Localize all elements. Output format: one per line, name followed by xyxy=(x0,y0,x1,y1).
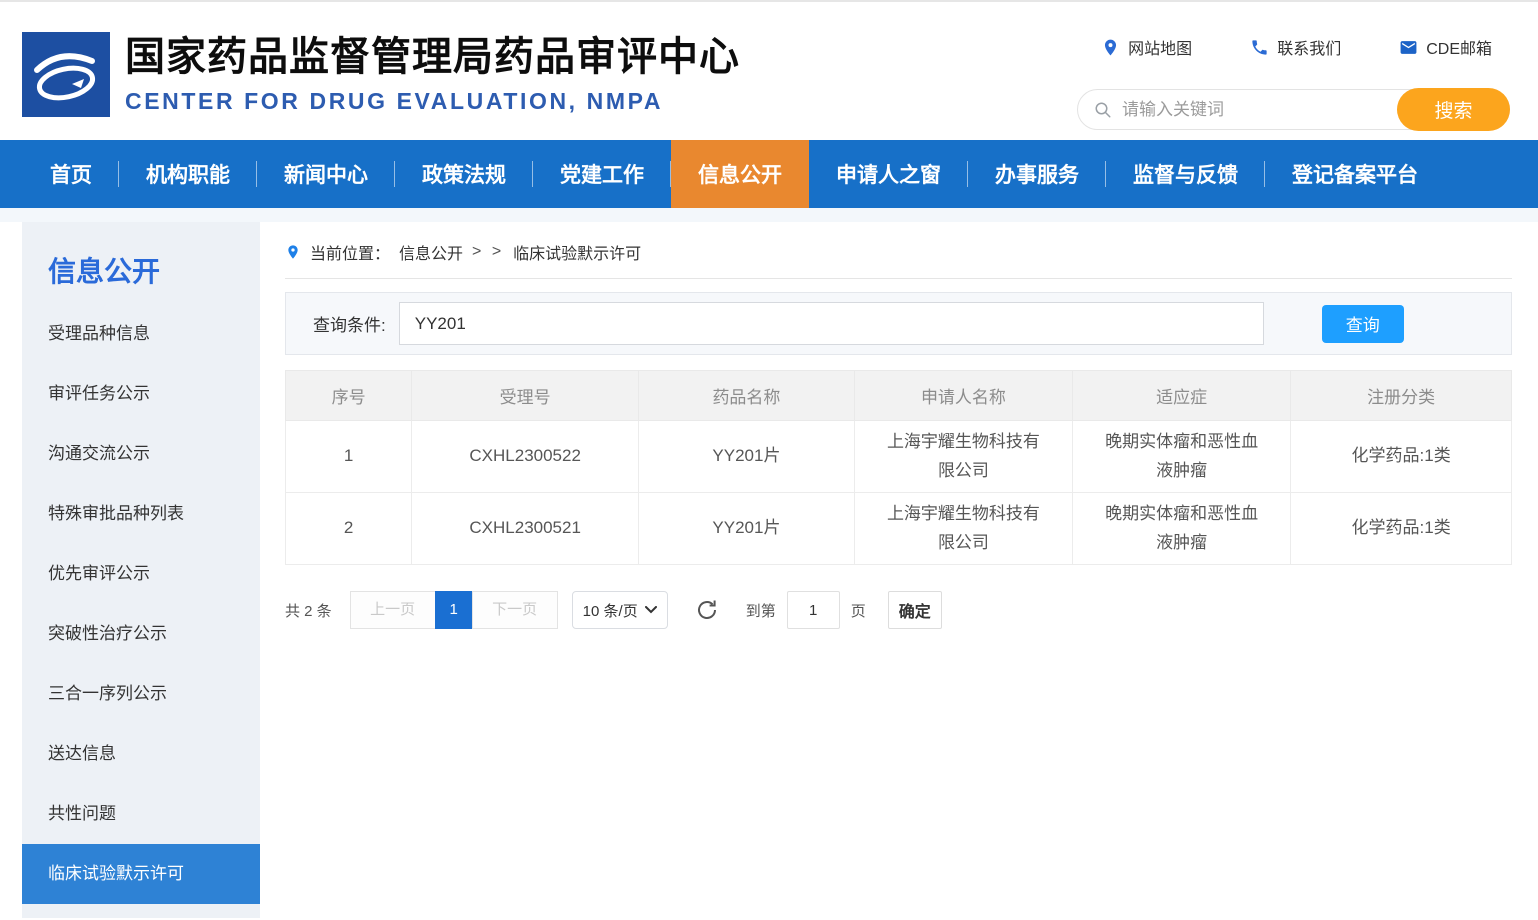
col-header-acceptance-no: 受理号 xyxy=(412,371,639,421)
breadcrumb-label: 当前位置： xyxy=(310,240,390,264)
breadcrumb-current: 临床试验默示许可 xyxy=(513,240,641,264)
cell-index: 1 xyxy=(286,421,412,493)
confirm-button[interactable]: 确定 xyxy=(888,591,942,629)
sidebar-item-common-issues[interactable]: 共性问题 xyxy=(22,784,260,844)
nav-supervision-feedback[interactable]: 监督与反馈 xyxy=(1106,140,1265,208)
query-bar: 查询条件: 查询 xyxy=(285,292,1512,355)
total-count: 共 2 条 xyxy=(285,600,332,621)
breadcrumb-separator: > > xyxy=(472,243,504,261)
sidebar-item-clinical-trial-implied-license[interactable]: 临床试验默示许可 xyxy=(22,844,260,904)
nav-news[interactable]: 新闻中心 xyxy=(257,140,395,208)
sidebar-title: 信息公开 xyxy=(22,222,260,304)
nav-info-disclosure[interactable]: 信息公开 xyxy=(671,140,809,208)
site-search: 搜索 xyxy=(1077,89,1510,130)
envelope-icon xyxy=(1399,38,1418,57)
site-header: 国家药品监督管理局药品审评中心 CENTER FOR DRUG EVALUATI… xyxy=(0,0,1538,140)
sidebar-item-priority-review[interactable]: 优先审评公示 xyxy=(22,544,260,604)
cell-applicant: 上海宇耀生物科技有限公司 xyxy=(854,421,1072,493)
location-pin-icon xyxy=(1101,38,1120,57)
cell-indication: 晚期实体瘤和恶性血液肿瘤 xyxy=(1073,493,1291,565)
sidebar-item-special-approval[interactable]: 特殊审批品种列表 xyxy=(22,484,260,544)
breadcrumb: 当前位置： 信息公开 > > 临床试验默示许可 xyxy=(285,222,1512,279)
cde-logo xyxy=(22,32,110,117)
page-size-value: 10 条/页 xyxy=(583,600,638,621)
prev-page-button[interactable]: 上一页 xyxy=(350,591,436,629)
sidebar-item-three-in-one[interactable]: 三合一序列公示 xyxy=(22,664,260,724)
cde-mail-label: CDE邮箱 xyxy=(1426,35,1492,59)
refresh-icon[interactable] xyxy=(695,598,719,622)
fish-swirl-icon xyxy=(22,32,110,117)
page-number-button[interactable]: 1 xyxy=(435,591,473,629)
query-label: 查询条件: xyxy=(313,311,386,336)
main-nav: 首页 机构职能 新闻中心 政策法规 党建工作 信息公开 申请人之窗 办事服务 监… xyxy=(0,140,1538,208)
nav-applicant-window[interactable]: 申请人之窗 xyxy=(809,140,968,208)
breadcrumb-section[interactable]: 信息公开 xyxy=(399,240,463,264)
search-icon xyxy=(1094,101,1112,119)
nav-policies[interactable]: 政策法规 xyxy=(395,140,533,208)
sidebar-item-communication[interactable]: 沟通交流公示 xyxy=(22,424,260,484)
col-header-drug-name: 药品名称 xyxy=(639,371,855,421)
sitemap-link[interactable]: 网站地图 xyxy=(1101,35,1192,59)
quick-links: 网站地图 联系我们 CDE邮箱 xyxy=(1101,35,1492,59)
cell-indication: 晚期实体瘤和恶性血液肿瘤 xyxy=(1073,421,1291,493)
cell-index: 2 xyxy=(286,493,412,565)
query-button[interactable]: 查询 xyxy=(1322,305,1404,343)
next-page-button[interactable]: 下一页 xyxy=(472,591,558,629)
cde-mail-link[interactable]: CDE邮箱 xyxy=(1399,35,1492,59)
goto-label: 到第 xyxy=(746,600,776,621)
cell-drug-name: YY201片 xyxy=(639,493,855,565)
cell-acceptance-no: CXHL2300522 xyxy=(412,421,639,493)
site-title-english: CENTER FOR DRUG EVALUATION, NMPA xyxy=(125,88,740,115)
sidebar-item-delivery-info[interactable]: 送达信息 xyxy=(22,724,260,784)
col-header-registration-class: 注册分类 xyxy=(1291,371,1512,421)
pagination: 共 2 条 上一页 1 下一页 10 条/页 到第 页 确定 xyxy=(285,591,1512,629)
table-row: 2 CXHL2300521 YY201片 上海宇耀生物科技有限公司 晚期实体瘤和… xyxy=(286,493,1512,565)
nav-party-building[interactable]: 党建工作 xyxy=(533,140,671,208)
cell-registration-class: 化学药品:1类 xyxy=(1291,421,1512,493)
search-input[interactable] xyxy=(1112,100,1397,120)
goto-suffix: 页 xyxy=(851,600,866,621)
sidebar: 信息公开 受理品种信息 审评任务公示 沟通交流公示 特殊审批品种列表 优先审评公… xyxy=(22,222,260,918)
nav-home[interactable]: 首页 xyxy=(23,140,119,208)
page-buttons: 上一页 1 下一页 xyxy=(350,591,558,629)
chevron-down-icon xyxy=(645,606,657,614)
cell-registration-class: 化学药品:1类 xyxy=(1291,493,1512,565)
sitemap-label: 网站地图 xyxy=(1128,35,1192,59)
cell-acceptance-no: CXHL2300521 xyxy=(412,493,639,565)
col-header-indication: 适应症 xyxy=(1073,371,1291,421)
phone-icon xyxy=(1250,38,1269,57)
table-header-row: 序号 受理号 药品名称 申请人名称 适应症 注册分类 xyxy=(286,371,1512,421)
results-table: 序号 受理号 药品名称 申请人名称 适应症 注册分类 1 CXHL2300522… xyxy=(285,370,1512,565)
nav-functions[interactable]: 机构职能 xyxy=(119,140,257,208)
main-content: 当前位置： 信息公开 > > 临床试验默示许可 查询条件: 查询 序号 受理号 … xyxy=(285,222,1512,629)
col-header-applicant: 申请人名称 xyxy=(854,371,1072,421)
query-input[interactable] xyxy=(399,302,1264,345)
cell-applicant: 上海宇耀生物科技有限公司 xyxy=(854,493,1072,565)
page-top-strip xyxy=(0,208,1538,222)
nav-services[interactable]: 办事服务 xyxy=(968,140,1106,208)
table-row: 1 CXHL2300522 YY201片 上海宇耀生物科技有限公司 晚期实体瘤和… xyxy=(286,421,1512,493)
location-pin-icon xyxy=(285,242,301,262)
page-size-select[interactable]: 10 条/页 xyxy=(572,591,668,629)
col-header-index: 序号 xyxy=(286,371,412,421)
search-button[interactable]: 搜索 xyxy=(1397,88,1510,131)
sidebar-item-review-tasks[interactable]: 审评任务公示 xyxy=(22,364,260,424)
sidebar-item-accepted-varieties[interactable]: 受理品种信息 xyxy=(22,304,260,364)
nav-registration-platform[interactable]: 登记备案平台 xyxy=(1265,140,1445,208)
goto-page-input[interactable] xyxy=(787,591,840,629)
sidebar-item-breakthrough-therapy[interactable]: 突破性治疗公示 xyxy=(22,604,260,664)
contact-us-label: 联系我们 xyxy=(1277,35,1341,59)
contact-us-link[interactable]: 联系我们 xyxy=(1250,35,1341,59)
site-title-chinese: 国家药品监督管理局药品审评中心 xyxy=(125,35,740,79)
page-body: 信息公开 受理品种信息 审评任务公示 沟通交流公示 特殊审批品种列表 优先审评公… xyxy=(0,208,1538,918)
goto-page: 到第 页 确定 xyxy=(746,591,942,629)
cell-drug-name: YY201片 xyxy=(639,421,855,493)
